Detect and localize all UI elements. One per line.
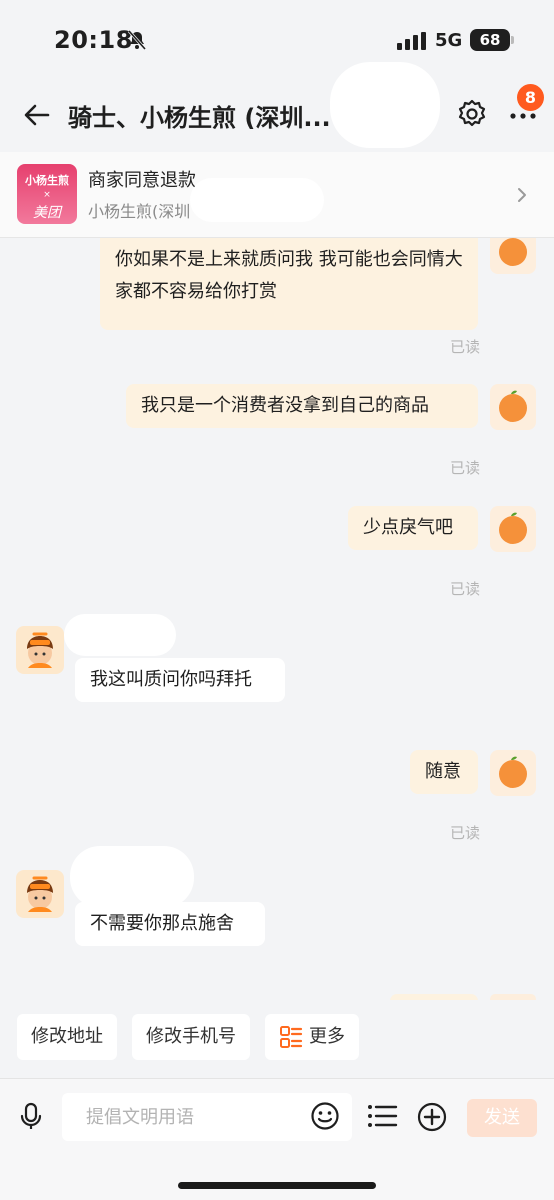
grid-list-icon	[280, 1026, 303, 1048]
message-input-box	[62, 1093, 352, 1141]
orange-avatar-icon	[499, 390, 527, 422]
message-bubble-outgoing[interactable]: 你如果不是上来就质问我 我可能也会同情大家都不容易给你打赏	[100, 238, 478, 330]
home-indicator	[178, 1182, 376, 1189]
shop-logo-name: 小杨生煎	[25, 174, 69, 187]
order-status-title: 商家同意退款	[88, 170, 196, 191]
signal-icon	[397, 32, 426, 50]
emoji-icon[interactable]	[310, 1101, 340, 1131]
read-receipt: 已读	[449, 459, 480, 477]
battery-indicator: 68	[470, 29, 510, 51]
read-receipt: 已读	[449, 824, 480, 842]
more-actions-label: 更多	[309, 1026, 345, 1047]
send-button[interactable]: 发送	[467, 1099, 537, 1137]
rider-avatar-icon	[27, 876, 53, 912]
microphone-icon[interactable]	[16, 1101, 46, 1131]
plus-circle-icon[interactable]	[416, 1101, 448, 1133]
avatar[interactable]	[490, 238, 536, 274]
edit-address-button[interactable]: 修改地址	[17, 1014, 117, 1060]
orange-avatar-icon	[499, 756, 527, 788]
shop-logo-partner: 美团	[33, 205, 61, 221]
order-shop-name: 小杨生煎(深圳	[88, 202, 191, 221]
rider-avatar-icon	[27, 632, 53, 668]
notification-badge: 8	[517, 84, 544, 111]
status-time: 20:18	[54, 26, 133, 54]
avatar[interactable]	[490, 384, 536, 430]
status-bar: 20:18 5G 68	[0, 0, 554, 84]
message-bubble-incoming[interactable]: 不需要你那点施舍	[75, 902, 265, 946]
order-status-card[interactable]: 小杨生煎 × 美团 商家同意退款 小杨生煎(深圳	[0, 152, 554, 238]
quick-actions-bar: 修改地址 修改手机号 更多	[0, 1000, 554, 1078]
avatar[interactable]	[16, 870, 64, 918]
message-input[interactable]	[62, 1093, 302, 1141]
message-bubble-outgoing[interactable]: 少点戾气吧	[348, 506, 478, 550]
back-arrow-icon[interactable]	[22, 100, 52, 130]
chat-header: 骑士、小杨生煎 (深圳... 8	[0, 84, 554, 152]
quick-reply-list-icon[interactable]	[366, 1101, 398, 1131]
redaction-blur	[64, 614, 176, 656]
redaction-blur	[330, 62, 440, 148]
avatar[interactable]	[490, 506, 536, 552]
shop-logo-cross: ×	[43, 190, 51, 200]
gear-icon[interactable]	[456, 98, 488, 130]
shop-logo: 小杨生煎 × 美团	[17, 164, 77, 224]
network-type: 5G	[435, 30, 463, 51]
chat-message-list[interactable]: 你如果不是上来就质问我 我可能也会同情大家都不容易给你打赏 已读 我只是一个消费…	[0, 238, 554, 1000]
message-bubble-outgoing[interactable]: 随意	[410, 750, 478, 794]
read-receipt: 已读	[449, 580, 480, 598]
redaction-blur	[190, 178, 324, 222]
orange-avatar-icon	[499, 238, 527, 266]
avatar[interactable]	[490, 750, 536, 796]
edit-phone-button[interactable]: 修改手机号	[132, 1014, 250, 1060]
message-bubble-outgoing[interactable]: 我只是一个消费者没拿到自己的商品	[126, 384, 478, 428]
chevron-right-icon	[518, 188, 526, 202]
avatar[interactable]	[16, 626, 64, 674]
redaction-blur	[70, 846, 194, 908]
message-bubble-incoming[interactable]: 我这叫质问你吗拜托	[75, 658, 285, 702]
read-receipt: 已读	[449, 338, 480, 356]
more-actions-button[interactable]: 更多	[265, 1014, 359, 1060]
bell-muted-icon	[127, 30, 147, 50]
battery-nub	[511, 36, 514, 44]
orange-avatar-icon	[499, 512, 527, 544]
